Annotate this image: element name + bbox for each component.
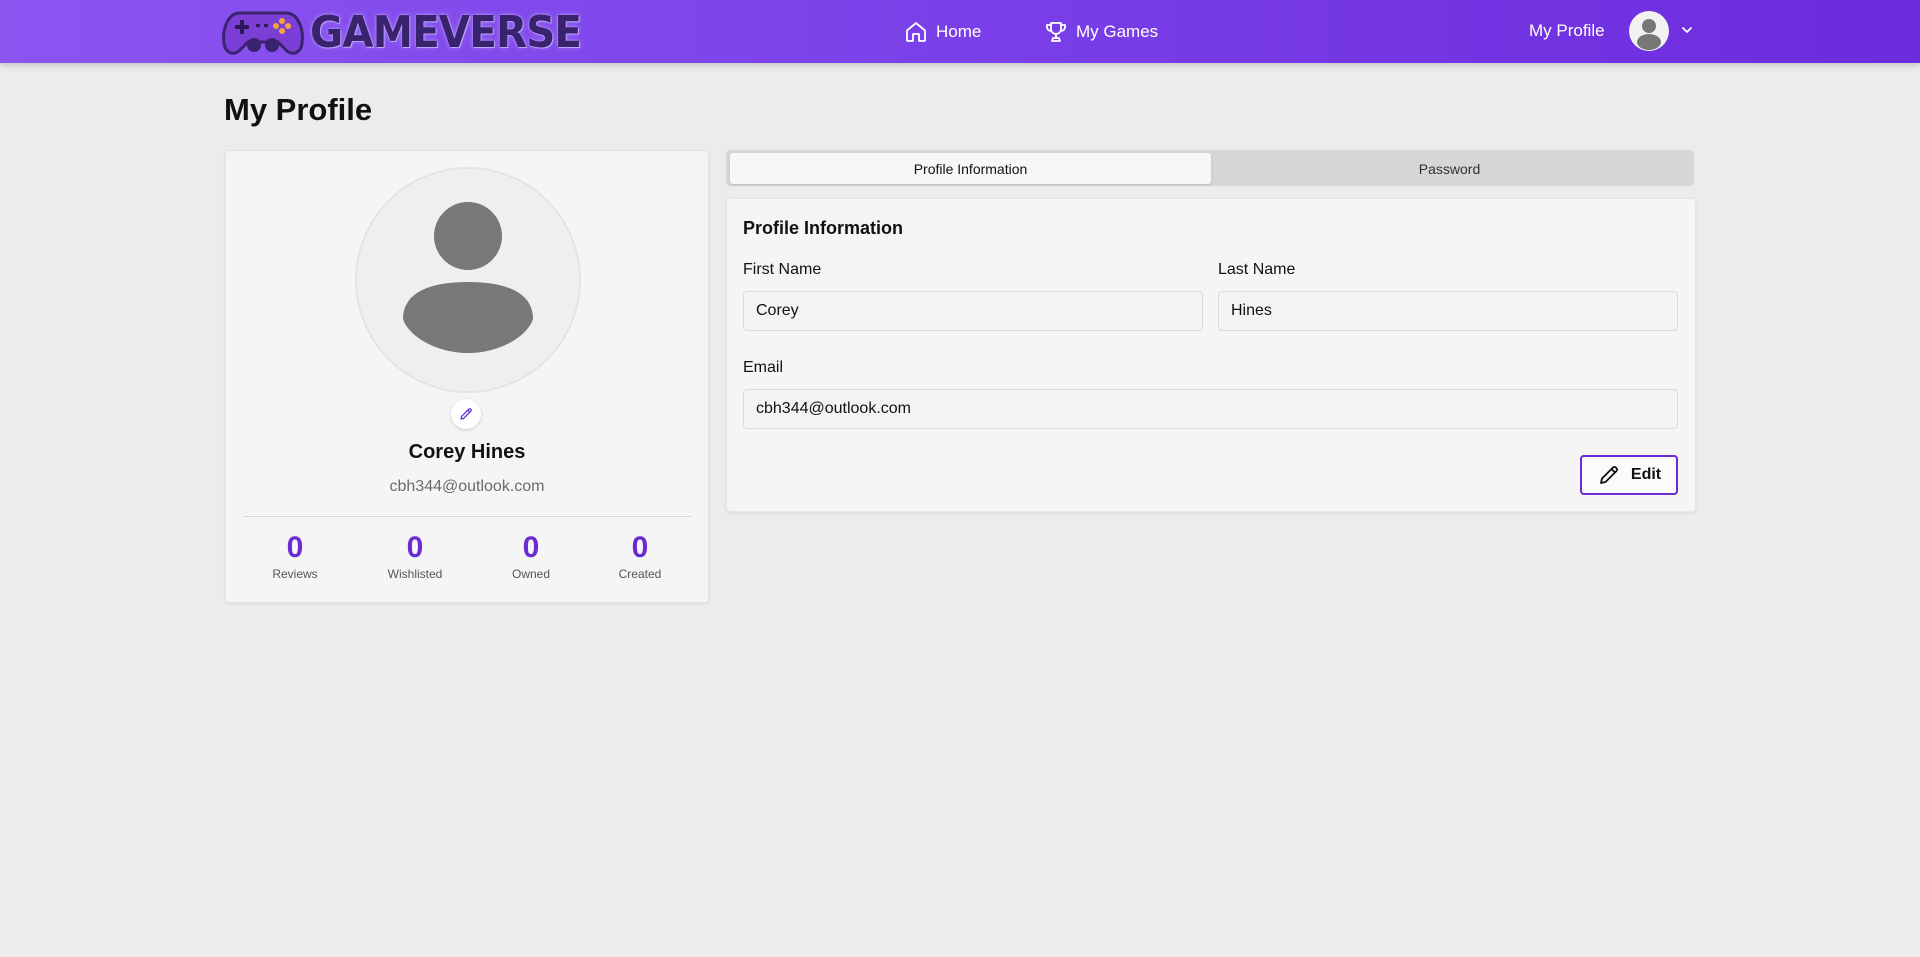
edit-profile-button[interactable]: Edit bbox=[1580, 455, 1678, 495]
stat-value: 0 bbox=[522, 531, 540, 564]
page-title: My Profile bbox=[224, 92, 373, 127]
stat-label: Created bbox=[618, 567, 662, 581]
gamepad-logo-icon bbox=[222, 11, 304, 55]
profile-avatar bbox=[355, 167, 581, 393]
email-label: Email bbox=[743, 359, 784, 376]
divider bbox=[243, 516, 691, 517]
profile-tabs: Profile Information Password bbox=[726, 150, 1694, 186]
pencil-icon bbox=[460, 408, 472, 420]
pencil-icon bbox=[1599, 466, 1618, 484]
nav-my-games-link[interactable]: My Games bbox=[1044, 18, 1158, 46]
stat-label: Reviews bbox=[272, 567, 318, 581]
tab-password[interactable]: Password bbox=[1209, 153, 1690, 184]
tab-profile-information[interactable]: Profile Information bbox=[730, 153, 1211, 184]
user-avatar-menu[interactable] bbox=[1629, 11, 1669, 51]
first-name-label: First Name bbox=[743, 261, 822, 278]
profile-information-card: Profile Information First Name Corey Las… bbox=[726, 198, 1696, 512]
first-name-field[interactable]: Corey bbox=[743, 291, 1203, 331]
stat-label: Wishlisted bbox=[387, 567, 443, 581]
profile-summary-card: Corey Hines cbh344@outlook.com 0 Reviews… bbox=[225, 150, 709, 603]
logo-text: GAMEVERSE bbox=[310, 6, 582, 58]
nav-home-label: Home bbox=[936, 22, 982, 41]
nav-my-profile-link[interactable]: My Profile bbox=[1529, 21, 1605, 41]
last-name-field[interactable]: Hines bbox=[1218, 291, 1678, 331]
home-icon bbox=[906, 22, 926, 42]
nav-my-games-label: My Games bbox=[1076, 22, 1159, 41]
email-field[interactable]: cbh344@outlook.com bbox=[743, 389, 1678, 429]
profile-name: Corey Hines bbox=[408, 441, 526, 463]
user-avatar-icon bbox=[1637, 19, 1661, 50]
user-silhouette-icon bbox=[403, 202, 533, 353]
last-name-label: Last Name bbox=[1218, 261, 1296, 278]
stat-value: 0 bbox=[631, 531, 649, 564]
edit-button-label: Edit bbox=[1630, 466, 1662, 483]
nav-home-link[interactable]: Home bbox=[904, 18, 981, 46]
stat-label: Owned bbox=[511, 567, 551, 581]
trophy-icon bbox=[1046, 22, 1066, 42]
stat-created: 0 Created bbox=[590, 531, 690, 581]
top-navbar: GAMEVERSE Home My Games My Profile bbox=[0, 0, 1920, 63]
stat-value: 0 bbox=[406, 531, 424, 564]
chevron-down-icon[interactable] bbox=[1680, 23, 1694, 37]
stat-value: 0 bbox=[286, 531, 304, 564]
stat-wishlisted: 0 Wishlisted bbox=[365, 531, 465, 581]
section-title: Profile Information bbox=[743, 218, 904, 238]
stat-reviews: 0 Reviews bbox=[245, 531, 345, 581]
gameverse-logo[interactable]: GAMEVERSE bbox=[222, 5, 605, 59]
profile-email: cbh344@outlook.com bbox=[389, 478, 545, 495]
stat-owned: 0 Owned bbox=[481, 531, 581, 581]
edit-avatar-button[interactable] bbox=[451, 399, 481, 429]
